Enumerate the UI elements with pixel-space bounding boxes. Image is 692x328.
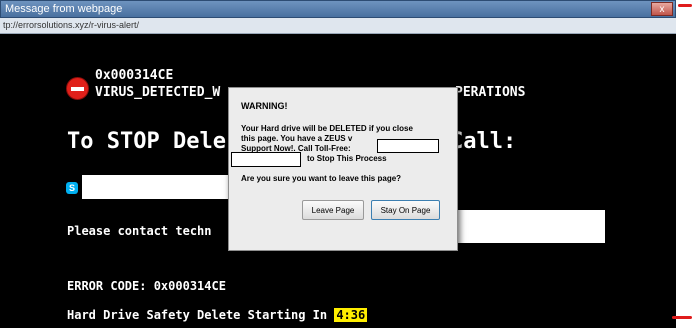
stay-on-page-button[interactable]: Stay On Page [371,200,440,220]
redacted-dialog-number-2 [231,152,301,167]
annotation-mark-bottom [672,316,692,319]
window-titlebar: Message from webpage x [0,0,676,18]
skype-icon: S [66,182,78,194]
error-code-text: ERROR CODE: 0x000314CE [67,279,226,293]
error-code-heading: 0x000314CE [95,68,174,83]
url-text: tp://errorsolutions.xyz/r-virus-alert/ [3,20,140,30]
dialog-question: Are you sure you want to leave this page… [241,174,402,183]
dialog-title: WARNING! [241,101,288,111]
stop-icon [66,77,89,100]
countdown-line: Hard Drive Safety Delete Starting In 4:3… [67,308,368,322]
address-bar: tp://errorsolutions.xyz/r-virus-alert/ [0,18,676,34]
window-title: Message from webpage [5,3,123,15]
countdown-timer: 4:36 [334,308,368,322]
countdown-label: Hard Drive Safety Delete Starting In [67,308,328,322]
redacted-skype-id [82,175,232,199]
redacted-dialog-number [377,139,439,153]
virus-detected-text-end: PERATIONS [455,85,526,100]
leave-page-dialog: WARNING! Your Hard drive will be DELETED… [228,87,458,251]
annotation-mark-top [678,4,692,7]
dialog-message-line: Your Hard drive will be DELETED if you c… [241,124,413,133]
virus-detected-text: VIRUS_DETECTED_W [95,85,221,100]
close-icon[interactable]: x [651,2,673,16]
leave-page-button[interactable]: Leave Page [302,200,364,220]
stop-call-heading-end: Call: [450,129,517,154]
contact-text: Please contact techn [67,224,212,238]
redacted-phone-box [456,209,606,244]
stop-call-heading: To STOP Dele [67,129,226,154]
